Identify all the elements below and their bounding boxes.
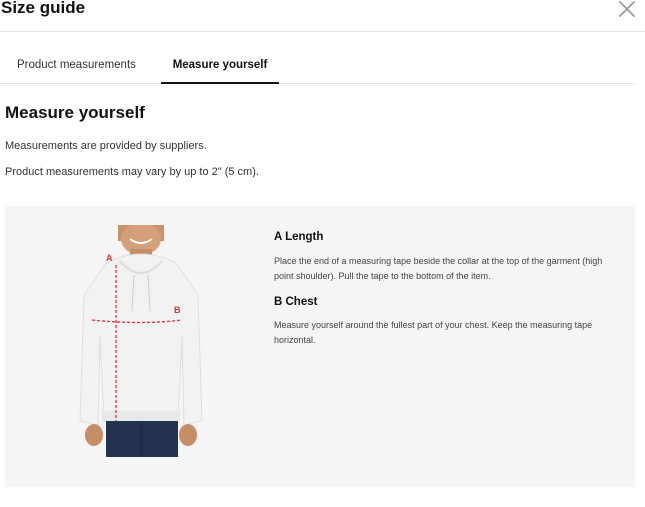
chest-description: Measure yourself around the fullest part… (274, 320, 593, 345)
chest-title: B Chest (274, 296, 318, 308)
marker-b: B (174, 305, 181, 315)
variance-note: Product measurements may vary by up to 2… (5, 166, 259, 178)
length-description: Place the end of a measuring tape beside… (274, 256, 603, 281)
close-icon[interactable] (614, 0, 640, 24)
supplier-note: Measurements are provided by suppliers. (5, 140, 207, 152)
tab-measure-yourself[interactable]: Measure yourself (161, 50, 279, 84)
hoodie-model-image: A B (72, 223, 206, 457)
modal-header: Size guide (0, 0, 645, 32)
tab-bar: Product measurements Measure yourself (0, 50, 635, 84)
marker-a: A (106, 253, 113, 263)
section-heading: Measure yourself (5, 103, 145, 122)
modal-title: Size guide (1, 0, 86, 17)
tab-product-measurements[interactable]: Product measurements (17, 50, 143, 83)
length-title: A Length (274, 231, 324, 243)
